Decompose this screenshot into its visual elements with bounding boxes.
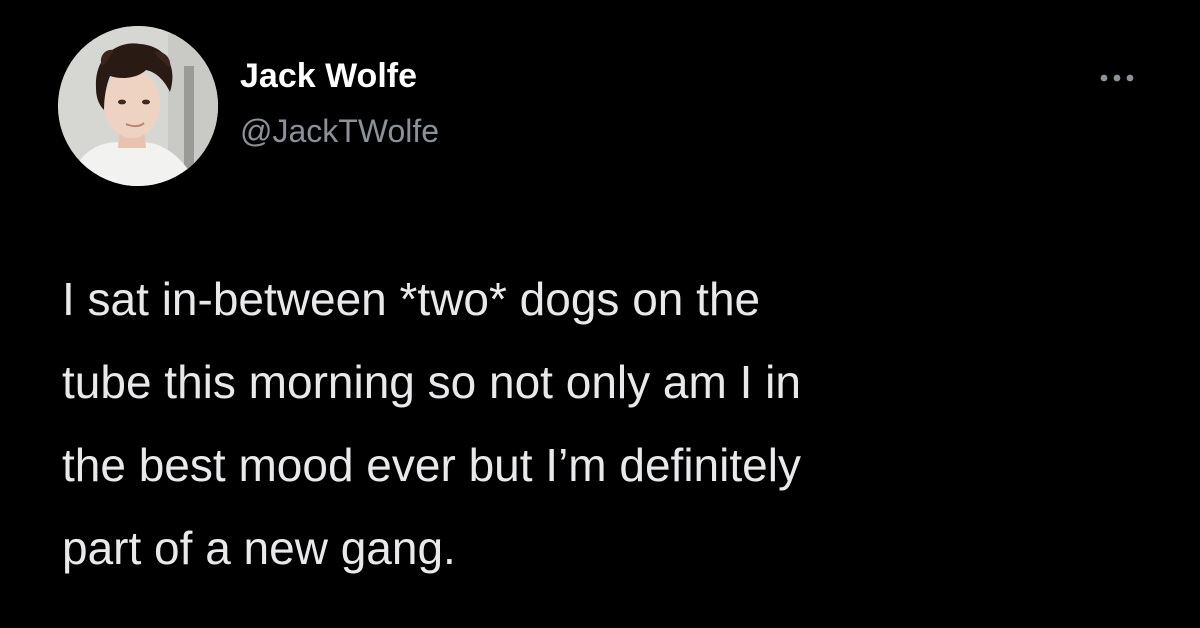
more-options-button[interactable] bbox=[1090, 64, 1144, 92]
tweet-text-line: the best mood ever but I’m definitely bbox=[62, 439, 801, 491]
more-options-icon bbox=[1100, 74, 1134, 82]
tweet-card: Jack Wolfe @JackTWolfe I sat in-between … bbox=[0, 0, 1200, 628]
tweet-text-line: tube this morning so not only am I in bbox=[62, 356, 801, 408]
tweet-text: I sat in-between *two* dogs on the tube … bbox=[62, 258, 1152, 590]
avatar[interactable] bbox=[58, 26, 218, 186]
user-handle[interactable]: @JackTWolfe bbox=[240, 112, 439, 150]
tweet-text-line: part of a new gang. bbox=[62, 522, 456, 574]
profile-photo-icon bbox=[58, 26, 218, 186]
display-name[interactable]: Jack Wolfe bbox=[240, 56, 417, 96]
tweet-text-line: I sat in-between *two* dogs on the bbox=[62, 273, 761, 325]
